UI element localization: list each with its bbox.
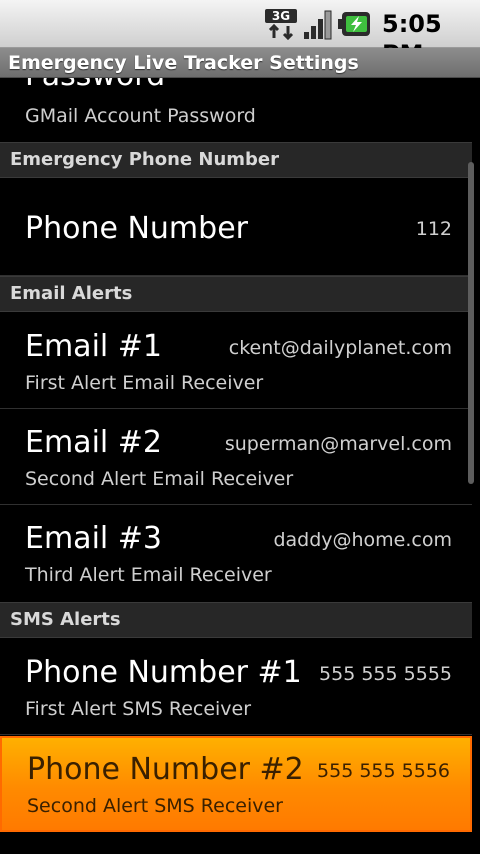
email-1-summary: First Alert Email Receiver [25, 372, 264, 394]
status-bar: 3G 5:05 PM [0, 0, 480, 68]
category-sms-alerts: SMS Alerts [0, 602, 472, 638]
email-1-value: ckent@dailyplanet.com [228, 337, 452, 359]
category-label: SMS Alerts [10, 609, 121, 630]
email-1-item[interactable]: Email #1 ckent@dailyplanet.com First Ale… [0, 313, 472, 409]
email-1-title: Email #1 [25, 329, 162, 364]
title-bar: Emergency Live Tracker Settings [0, 48, 480, 78]
clock: 5:05 PM [382, 10, 442, 68]
phone-number-value: 112 [415, 218, 452, 240]
preferences-list[interactable]: Password GMail Account Password Emergenc… [0, 78, 480, 854]
window-title: Emergency Live Tracker Settings [8, 52, 359, 74]
sms-phone-1-title: Phone Number #1 [25, 655, 302, 690]
password-summary: GMail Account Password [25, 105, 256, 127]
email-3-summary: Third Alert Email Receiver [25, 564, 272, 586]
sms-phone-2-item[interactable]: Phone Number #2 555 555 5556 Second Aler… [0, 736, 472, 832]
email-2-item[interactable]: Email #2 superman@marvel.com Second Aler… [0, 409, 472, 505]
email-2-title: Email #2 [25, 425, 162, 460]
3g-data-icon: 3G [265, 9, 297, 40]
email-2-value: superman@marvel.com [224, 433, 452, 455]
network-type-label: 3G [272, 9, 290, 23]
email-3-value: daddy@home.com [273, 529, 452, 551]
password-item[interactable]: Password GMail Account Password [0, 78, 472, 140]
category-email-alerts: Email Alerts [0, 276, 472, 312]
sms-phone-1-value: 555 555 5555 [319, 663, 452, 685]
sms-phone-1-item[interactable]: Phone Number #1 555 555 5555 First Alert… [0, 639, 472, 735]
password-title: Password [25, 78, 165, 94]
phone-number-item[interactable]: Phone Number 112 [0, 179, 472, 276]
battery-charging-icon [338, 12, 370, 36]
signal-strength-icon [304, 10, 332, 40]
category-label: Email Alerts [10, 283, 133, 304]
sms-phone-2-title: Phone Number #2 [27, 752, 304, 787]
category-emergency-phone: Emergency Phone Number [0, 142, 472, 178]
category-label: Emergency Phone Number [10, 149, 279, 170]
email-3-title: Email #3 [25, 521, 162, 556]
sms-phone-2-summary: Second Alert SMS Receiver [27, 795, 283, 817]
sms-phone-2-value: 555 555 5556 [317, 760, 450, 782]
email-2-summary: Second Alert Email Receiver [25, 468, 294, 490]
scrollbar[interactable] [468, 162, 474, 484]
email-3-item[interactable]: Email #3 daddy@home.com Third Alert Emai… [0, 505, 472, 601]
sms-phone-1-summary: First Alert SMS Receiver [25, 698, 252, 720]
phone-number-title: Phone Number [25, 211, 248, 246]
